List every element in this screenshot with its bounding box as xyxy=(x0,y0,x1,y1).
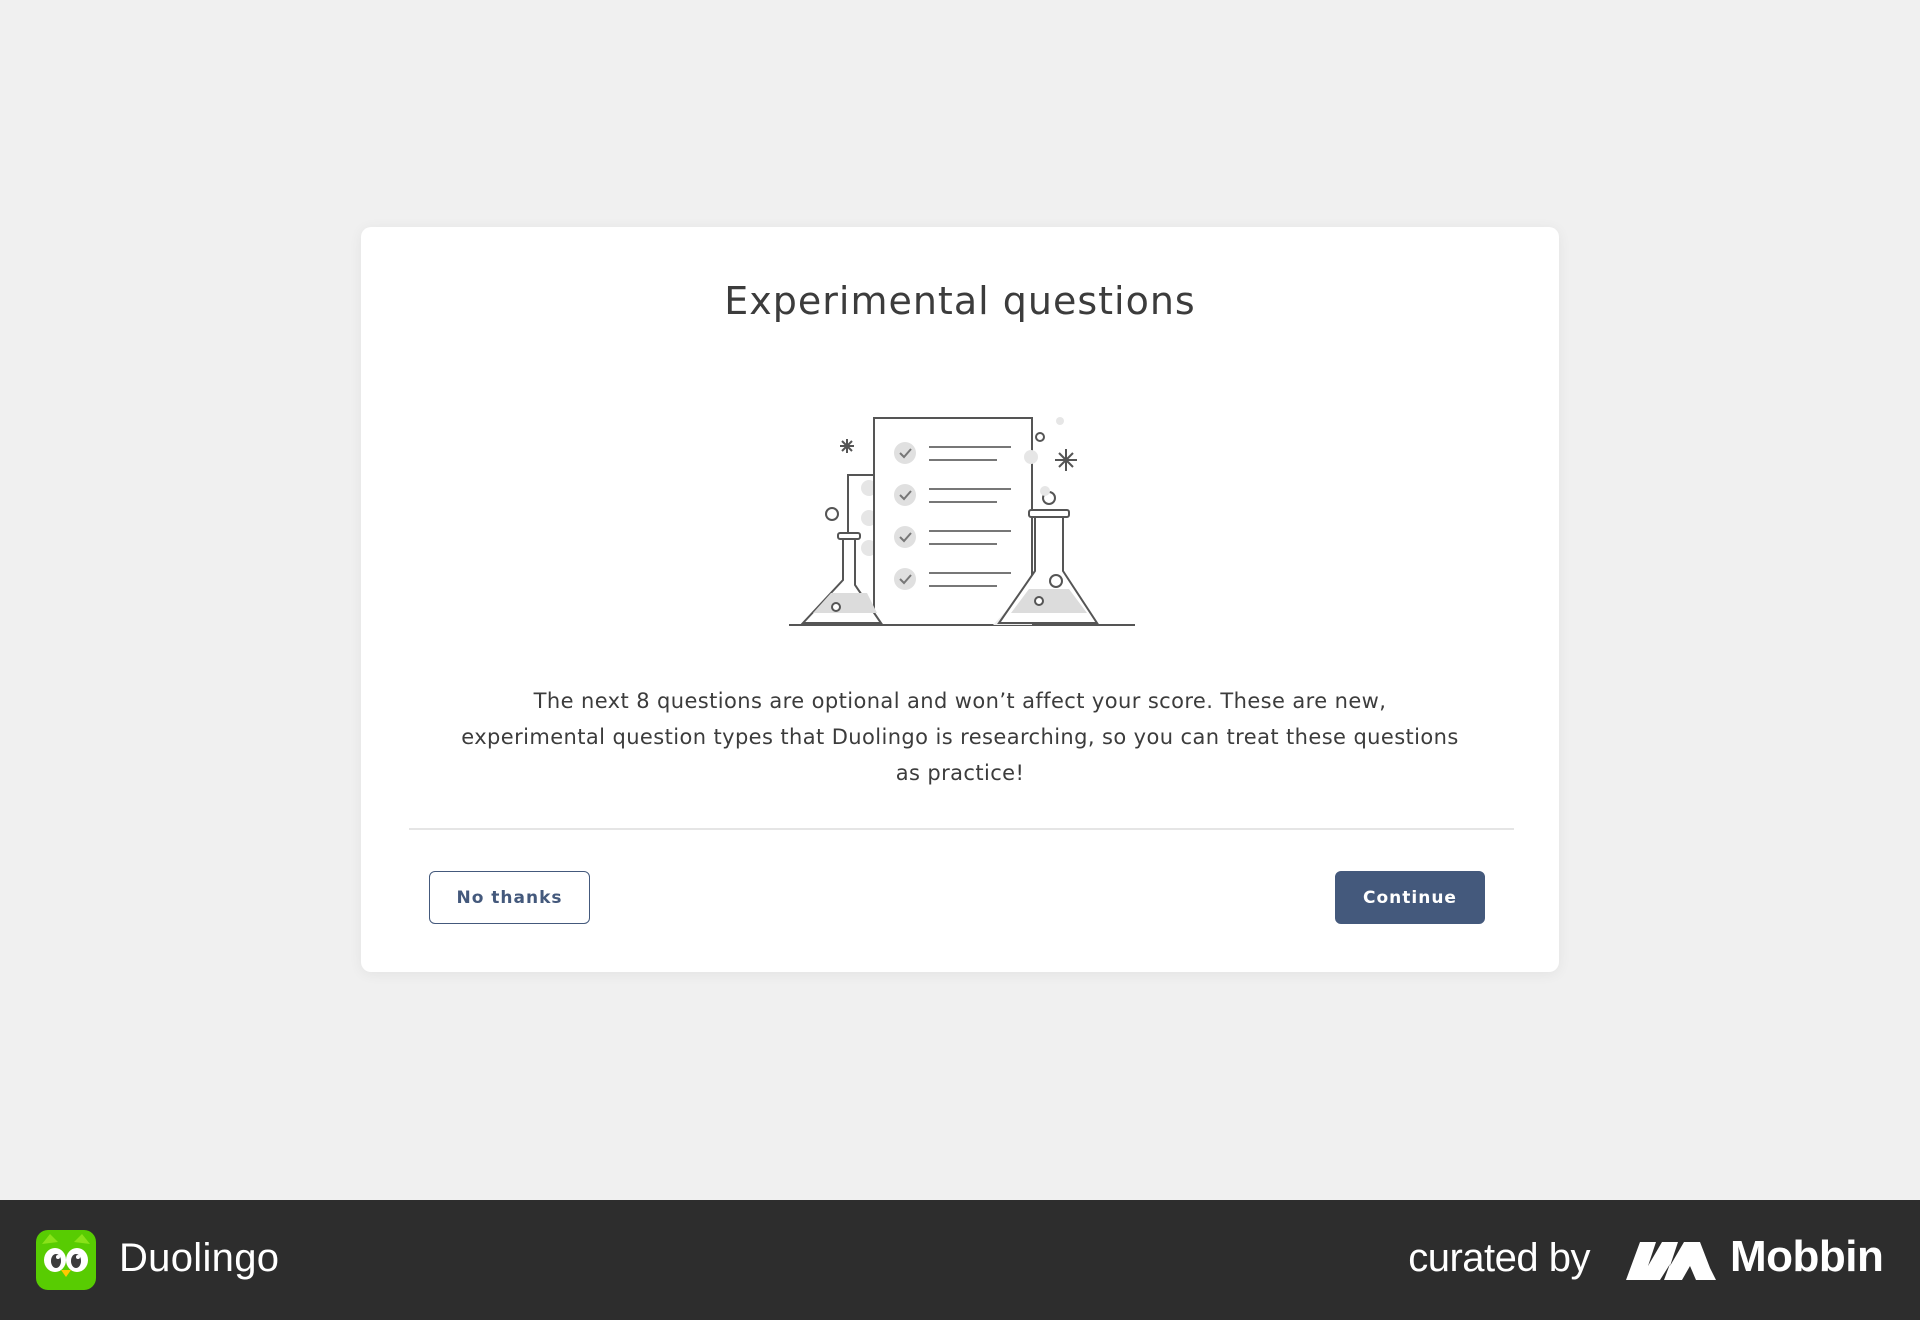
dialog-divider xyxy=(409,828,1514,830)
curated-by-label: curated by xyxy=(1408,1236,1590,1280)
continue-button[interactable]: Continue xyxy=(1335,871,1485,924)
experimental-questions-dialog: Experimental questions The next 8 questi… xyxy=(361,227,1559,972)
no-thanks-button[interactable]: No thanks xyxy=(429,871,590,924)
mobbin-logo-icon xyxy=(1626,1242,1716,1280)
lab-flasks-checklist-icon xyxy=(789,417,1135,626)
attribution-footer: Duolingo curated by Mobbin xyxy=(0,1200,1920,1320)
dialog-description: The next 8 questions are optional and wo… xyxy=(461,689,1459,785)
curator-name: Mobbin xyxy=(1730,1232,1884,1281)
duolingo-owl-icon xyxy=(36,1230,96,1290)
brand-name: Duolingo xyxy=(119,1236,280,1280)
dialog-title: Experimental questions xyxy=(724,279,1196,323)
page-background: Experimental questions The next 8 questi… xyxy=(0,0,1920,1200)
